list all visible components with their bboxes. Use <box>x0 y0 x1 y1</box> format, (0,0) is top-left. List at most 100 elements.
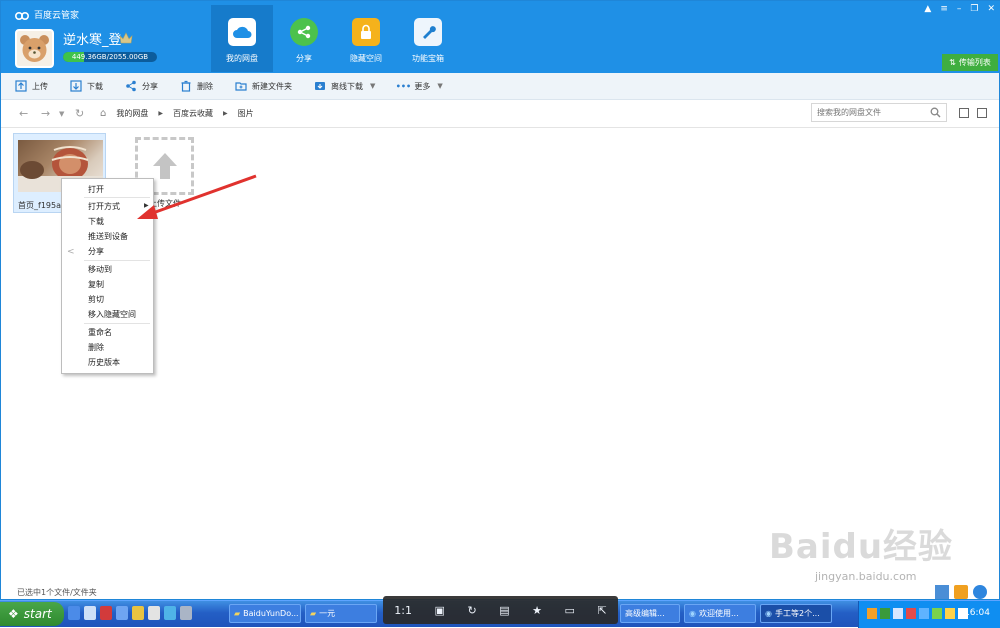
menu-item-copy[interactable]: 复制 <box>88 279 104 290</box>
taskbar-window-label: 欢迎使用... <box>698 609 739 618</box>
menu-item-cut[interactable]: 剪切 <box>88 294 104 305</box>
tab-label: 我的网盘 <box>226 54 258 63</box>
fit-window-icon[interactable]: ▣ <box>435 604 445 617</box>
tab-my-disk[interactable]: 我的网盘 <box>211 5 273 72</box>
tray-icon[interactable] <box>945 608 955 619</box>
app-window: 百度云管家 逆水寒_登 449.36GB/2055.00GB 我的网盘 分享 隐… <box>0 0 1000 600</box>
menu-item-open[interactable]: 打开 <box>88 184 104 195</box>
app-icon[interactable] <box>116 606 128 620</box>
app-title-text: 百度云管家 <box>34 11 80 21</box>
rotate-icon[interactable]: ↻ <box>467 604 476 617</box>
taskbar-window-button[interactable]: ▰ 一元 <box>305 604 377 623</box>
home-icon: ⌂ <box>100 108 107 119</box>
share-out-icon[interactable]: ⇱ <box>597 604 606 617</box>
favorite-icon[interactable]: ★ <box>532 604 542 617</box>
username[interactable]: 逆水寒_登 <box>63 29 122 48</box>
desktop-icon[interactable] <box>68 606 80 620</box>
notification-icon[interactable]: ▲ <box>924 4 931 14</box>
avatar[interactable] <box>15 29 54 68</box>
actual-size-button[interactable]: 1:1 <box>394 604 412 617</box>
folder-icon: ▰ <box>234 609 241 618</box>
navigation-bar: ← → ▼ ↻ ⌂ 我的网盘 ▶ 百度云收藏 ▶ 图片 <box>1 100 999 128</box>
clock: 16:04 <box>964 608 990 618</box>
folder-icon[interactable] <box>132 606 144 620</box>
menu-item-share[interactable]: 分享 <box>88 246 104 257</box>
taskbar-window-button[interactable]: ◉ 手工等2个... <box>760 604 832 623</box>
close-button[interactable]: ✕ <box>987 4 995 14</box>
app-icon: ◉ <box>765 609 772 618</box>
status-icons <box>935 585 987 599</box>
document-icon[interactable] <box>84 606 96 620</box>
list-view-icon[interactable] <box>959 108 969 118</box>
menu-item-move-to-hidden[interactable]: 移入隐藏空间 <box>88 309 136 320</box>
tab-hidden-space[interactable]: 隐藏空间 <box>335 5 397 72</box>
tray-icon[interactable] <box>919 608 929 619</box>
system-tray: 16:04 <box>858 601 1000 628</box>
share-icon <box>290 18 318 46</box>
lock-icon <box>352 18 380 46</box>
search-box <box>811 103 947 122</box>
menu-item-delete[interactable]: 删除 <box>88 342 104 353</box>
taskbar-window-label: 一元 <box>319 609 336 618</box>
share-button[interactable]: 分享 <box>125 80 158 92</box>
window-controls: ▲ ≡ – ❐ ✕ <box>924 4 995 14</box>
history-dropdown-icon[interactable]: ▼ <box>59 110 64 118</box>
taskbar-window-button[interactable]: ▰ BaiduYunDo... <box>229 604 301 623</box>
breadcrumb-item[interactable]: 我的网盘 <box>116 108 148 119</box>
start-button[interactable]: ❖ start <box>0 602 64 626</box>
tray-icon[interactable] <box>906 608 916 619</box>
grid-view-icon[interactable] <box>977 108 987 118</box>
app-icon[interactable] <box>180 606 192 620</box>
new-folder-button[interactable]: 新建文件夹 <box>235 80 292 92</box>
more-button[interactable]: ••• 更多 ▼ <box>396 80 443 92</box>
menu-item-rename[interactable]: 重命名 <box>88 327 112 338</box>
share-icon <box>125 80 137 92</box>
back-arrow-icon[interactable]: ← <box>19 107 28 120</box>
menu-item-open-with[interactable]: 打开方式 <box>88 201 120 212</box>
tab-share[interactable]: 分享 <box>273 5 335 72</box>
taskbar-window-button[interactable]: ◉ 欢迎使用... <box>684 604 756 623</box>
search-icon[interactable] <box>930 107 941 118</box>
quick-launch <box>68 606 192 620</box>
more-label: 更多 <box>414 81 431 91</box>
breadcrumb-item[interactable]: 图片 <box>238 108 254 119</box>
browser-icon[interactable] <box>164 606 176 620</box>
menu-item-download[interactable]: 下载 <box>88 216 104 227</box>
offline-download-button[interactable]: 离线下载 ▼ <box>314 80 375 92</box>
upload-button[interactable]: 上传 <box>15 80 48 92</box>
menu-icon[interactable]: ≡ <box>940 4 948 14</box>
plus-icon[interactable] <box>954 585 968 599</box>
breadcrumb-separator-icon: ▶ <box>158 110 163 117</box>
print-icon[interactable]: ▭ <box>565 604 575 617</box>
tray-icon[interactable] <box>880 608 890 619</box>
transfer-list-button[interactable]: ⇅ 传输列表 <box>942 54 998 71</box>
forward-arrow-icon[interactable]: → <box>41 107 50 120</box>
menu-item-push-to-device[interactable]: 推送到设备 <box>88 231 128 242</box>
minimize-button[interactable]: – <box>957 4 962 14</box>
tray-icon[interactable] <box>932 608 942 619</box>
refresh-icon[interactable]: ↻ <box>75 107 84 120</box>
app-icon[interactable] <box>100 606 112 620</box>
menu-item-move-to[interactable]: 移动到 <box>88 264 112 275</box>
save-icon[interactable]: ▤ <box>499 604 509 617</box>
support-icon[interactable] <box>973 585 987 599</box>
menu-item-history[interactable]: 历史版本 <box>88 357 120 368</box>
upload-arrow-icon <box>152 153 177 179</box>
menu-separator <box>84 323 150 324</box>
tools-icon[interactable] <box>935 585 949 599</box>
maximize-button[interactable]: ❐ <box>970 4 978 14</box>
delete-button[interactable]: 删除 <box>180 80 213 92</box>
trash-icon <box>180 80 192 92</box>
download-button[interactable]: 下载 <box>70 80 103 92</box>
share-icon: < <box>67 247 75 257</box>
storage-quota-text: 449.36GB/2055.00GB <box>71 53 149 61</box>
search-input[interactable] <box>812 104 922 121</box>
breadcrumb-item[interactable]: 百度云收藏 <box>173 108 213 119</box>
baidu-cloud-logo-icon <box>15 11 29 20</box>
app-icon: ◉ <box>689 609 696 618</box>
app-icon[interactable] <box>148 606 160 620</box>
tray-icon[interactable] <box>893 608 903 619</box>
tray-icon[interactable] <box>867 608 877 619</box>
taskbar-window-button[interactable]: 高级编辑... <box>620 604 680 623</box>
tab-toolbox[interactable]: 功能宝箱 <box>397 5 459 72</box>
